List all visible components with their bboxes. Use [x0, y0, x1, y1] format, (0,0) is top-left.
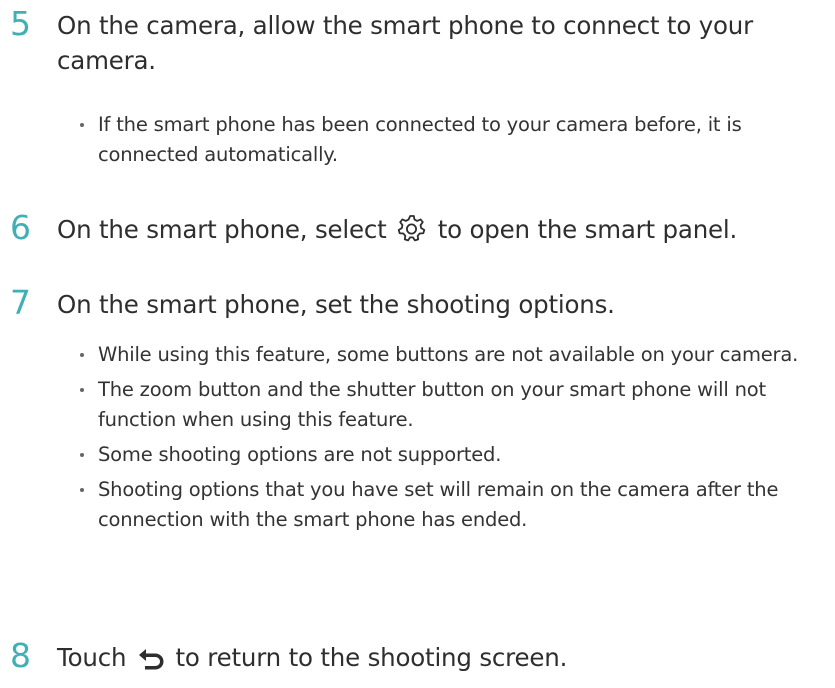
step-5-bullets: If the smart phone has been connected to… [78, 110, 828, 170]
step-text: On the camera, allow the smart phone to … [57, 11, 753, 75]
step-text-after-icon: to open the smart panel. [437, 215, 738, 244]
step-text: Touch to return to the shooting screen. [57, 640, 817, 680]
list-item: While using this feature, some buttons a… [78, 340, 828, 370]
step-number: 5 [10, 4, 31, 43]
step-text: On the smart phone, set the shooting opt… [57, 290, 615, 319]
step-number: 6 [10, 208, 31, 247]
back-arrow-icon [137, 645, 165, 680]
list-item: Shooting options that you have set will … [78, 475, 828, 535]
gear-icon [397, 215, 427, 252]
step-text-before-icon: On the smart phone, select [57, 215, 387, 244]
step-7-bullets: While using this feature, some buttons a… [78, 340, 828, 535]
step-number: 7 [10, 283, 31, 322]
list-item: Some shooting options are not supported. [78, 440, 828, 470]
list-item: The zoom button and the shutter button o… [78, 375, 828, 435]
step-text-before-icon: Touch [57, 643, 127, 672]
step-number: 8 [10, 636, 31, 675]
list-item: If the smart phone has been connected to… [78, 110, 828, 170]
step-text-after-icon: to return to the shooting screen. [175, 643, 568, 672]
step-text: On the smart phone, select to open the s… [57, 212, 817, 252]
